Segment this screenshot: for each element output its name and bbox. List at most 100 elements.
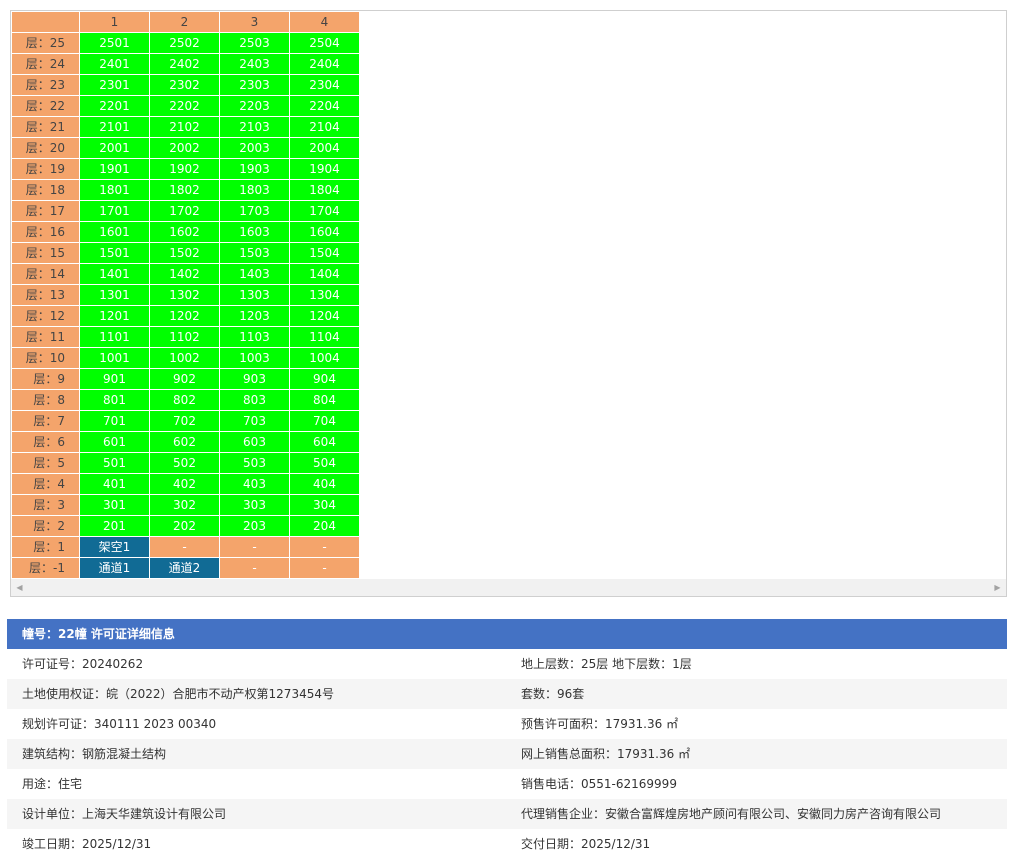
unit-cell[interactable]: 404: [289, 473, 360, 495]
horizontal-scrollbar[interactable]: ◀ ▶: [11, 579, 1006, 596]
unit-cell[interactable]: 1404: [289, 263, 360, 285]
unit-cell[interactable]: 2004: [289, 137, 360, 159]
unit-cell[interactable]: 202: [149, 515, 220, 537]
unit-cell[interactable]: 403: [219, 473, 290, 495]
unit-cell[interactable]: 2204: [289, 95, 360, 117]
unit-cell[interactable]: 1403: [219, 263, 290, 285]
unit-cell[interactable]: 2502: [149, 32, 220, 54]
unit-cell[interactable]: 1702: [149, 200, 220, 222]
unit-cell[interactable]: 601: [79, 431, 150, 453]
unit-cell[interactable]: 1603: [219, 221, 290, 243]
unit-cell[interactable]: 2501: [79, 32, 150, 54]
unit-cell[interactable]: 1604: [289, 221, 360, 243]
unit-cell[interactable]: 802: [149, 389, 220, 411]
unit-cell[interactable]: 704: [289, 410, 360, 432]
unit-cell[interactable]: 903: [219, 368, 290, 390]
unit-cell[interactable]: 1301: [79, 284, 150, 306]
unit-cell[interactable]: 901: [79, 368, 150, 390]
unit-cell[interactable]: 2202: [149, 95, 220, 117]
unit-cell[interactable]: 2104: [289, 116, 360, 138]
unit-cell[interactable]: 1801: [79, 179, 150, 201]
unit-cell[interactable]: 603: [219, 431, 290, 453]
unit-cell[interactable]: 301: [79, 494, 150, 516]
unit-cell[interactable]: 2403: [219, 53, 290, 75]
unit-cell[interactable]: 2201: [79, 95, 150, 117]
arrow-right-icon[interactable]: ▶: [989, 579, 1006, 596]
unit-cell[interactable]: 1104: [289, 326, 360, 348]
arrow-left-icon[interactable]: ◀: [11, 579, 28, 596]
unit-cell[interactable]: 904: [289, 368, 360, 390]
unit-cell[interactable]: 2101: [79, 116, 150, 138]
unit-cell[interactable]: 1701: [79, 200, 150, 222]
unit-cell[interactable]: 1904: [289, 158, 360, 180]
unit-cell[interactable]: 1004: [289, 347, 360, 369]
unit-cell[interactable]: 1703: [219, 200, 290, 222]
unit-cell[interactable]: 1901: [79, 158, 150, 180]
unit-cell[interactable]: 2103: [219, 116, 290, 138]
unit-cell[interactable]: 203: [219, 515, 290, 537]
unit-cell[interactable]: 304: [289, 494, 360, 516]
special-unit-cell[interactable]: 架空1: [79, 536, 150, 558]
unit-cell[interactable]: 303: [219, 494, 290, 516]
unit-cell[interactable]: 803: [219, 389, 290, 411]
unit-cell[interactable]: 302: [149, 494, 220, 516]
unit-cell[interactable]: 801: [79, 389, 150, 411]
unit-cell[interactable]: 204: [289, 515, 360, 537]
unit-cell[interactable]: 501: [79, 452, 150, 474]
unit-cell[interactable]: 402: [149, 473, 220, 495]
unit-cell[interactable]: 2003: [219, 137, 290, 159]
unit-cell[interactable]: 201: [79, 515, 150, 537]
unit-cell[interactable]: 1902: [149, 158, 220, 180]
unit-cell[interactable]: 1602: [149, 221, 220, 243]
unit-cell[interactable]: 1003: [219, 347, 290, 369]
unit-cell[interactable]: 804: [289, 389, 360, 411]
unit-cell[interactable]: 1101: [79, 326, 150, 348]
unit-cell[interactable]: 1903: [219, 158, 290, 180]
unit-cell[interactable]: 1804: [289, 179, 360, 201]
unit-cell[interactable]: 2301: [79, 74, 150, 96]
unit-cell[interactable]: 1102: [149, 326, 220, 348]
unit-cell[interactable]: 1303: [219, 284, 290, 306]
unit-cell[interactable]: 2503: [219, 32, 290, 54]
special-unit-cell[interactable]: 通道2: [149, 557, 220, 579]
unit-cell[interactable]: 1503: [219, 242, 290, 264]
unit-cell[interactable]: 1501: [79, 242, 150, 264]
unit-cell[interactable]: 2401: [79, 53, 150, 75]
unit-cell[interactable]: 1601: [79, 221, 150, 243]
unit-cell[interactable]: 1802: [149, 179, 220, 201]
unit-cell[interactable]: 2002: [149, 137, 220, 159]
unit-cell[interactable]: 1204: [289, 305, 360, 327]
unit-cell[interactable]: 1402: [149, 263, 220, 285]
unit-cell[interactable]: 2102: [149, 116, 220, 138]
unit-cell[interactable]: 503: [219, 452, 290, 474]
unit-cell[interactable]: 2303: [219, 74, 290, 96]
unit-cell[interactable]: 1001: [79, 347, 150, 369]
unit-cell[interactable]: 1203: [219, 305, 290, 327]
unit-cell[interactable]: 1504: [289, 242, 360, 264]
unit-cell[interactable]: 1704: [289, 200, 360, 222]
unit-cell[interactable]: 702: [149, 410, 220, 432]
unit-cell[interactable]: 2302: [149, 74, 220, 96]
unit-cell[interactable]: 902: [149, 368, 220, 390]
unit-cell[interactable]: 1002: [149, 347, 220, 369]
unit-cell[interactable]: 502: [149, 452, 220, 474]
unit-cell[interactable]: 1302: [149, 284, 220, 306]
unit-cell[interactable]: 2001: [79, 137, 150, 159]
unit-cell[interactable]: 1103: [219, 326, 290, 348]
unit-cell[interactable]: 2304: [289, 74, 360, 96]
unit-cell[interactable]: 1202: [149, 305, 220, 327]
unit-cell[interactable]: 1502: [149, 242, 220, 264]
unit-cell[interactable]: 1401: [79, 263, 150, 285]
unit-cell[interactable]: 1201: [79, 305, 150, 327]
unit-cell[interactable]: 703: [219, 410, 290, 432]
unit-cell[interactable]: 2402: [149, 53, 220, 75]
unit-cell[interactable]: 2203: [219, 95, 290, 117]
unit-cell[interactable]: 2404: [289, 53, 360, 75]
unit-cell[interactable]: 602: [149, 431, 220, 453]
special-unit-cell[interactable]: 通道1: [79, 557, 150, 579]
unit-cell[interactable]: 401: [79, 473, 150, 495]
unit-cell[interactable]: 604: [289, 431, 360, 453]
unit-cell[interactable]: 1803: [219, 179, 290, 201]
unit-cell[interactable]: 1304: [289, 284, 360, 306]
unit-cell[interactable]: 504: [289, 452, 360, 474]
